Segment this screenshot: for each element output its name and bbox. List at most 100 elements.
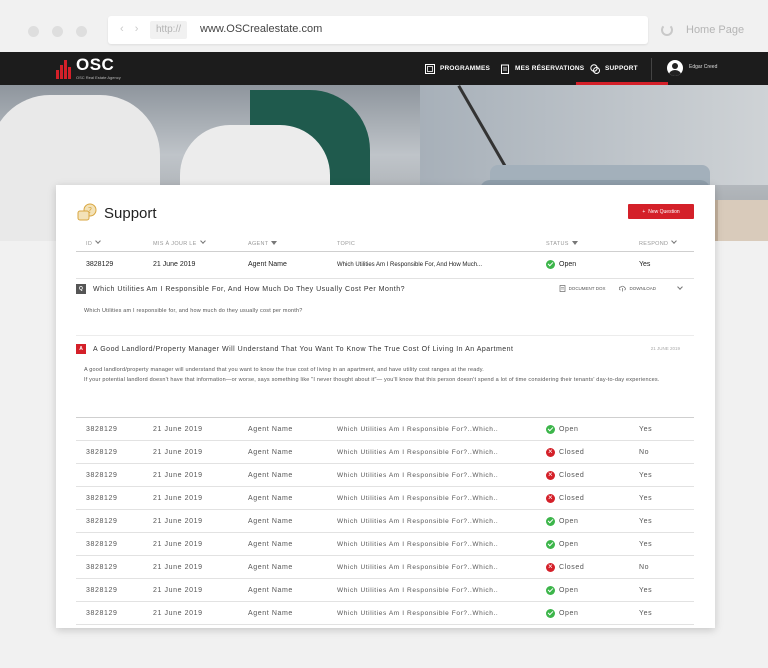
cell-respond: Yes bbox=[639, 463, 694, 487]
cell-respond: Yes bbox=[639, 601, 694, 625]
cloud-download-icon bbox=[619, 285, 627, 292]
x-icon bbox=[546, 562, 555, 572]
nav-support-label: SUPPORT bbox=[605, 65, 638, 72]
check-icon bbox=[546, 608, 555, 618]
new-question-label: New Question bbox=[648, 208, 680, 215]
nav-support[interactable]: SUPPORT bbox=[576, 52, 668, 85]
col-updated[interactable]: MIS À JOUR LE bbox=[153, 238, 248, 252]
browser-chrome: ‹ › http:// www.OSCrealestate.com Home P… bbox=[0, 0, 768, 52]
nav-programmes[interactable]: PROGRAMMES bbox=[425, 52, 490, 85]
cell-date: 21 June 2019 bbox=[153, 532, 248, 556]
cell-agent: Agent Name bbox=[248, 463, 337, 487]
home-page-link[interactable]: Home Page bbox=[686, 24, 744, 36]
tickets-table: 3828129 21 June 2019 Agent Name Which Utili… bbox=[76, 417, 694, 625]
logo-subtitle: OSC Real Estate Agency bbox=[76, 75, 121, 80]
cell-agent: Agent Name bbox=[248, 509, 337, 533]
document-icon bbox=[559, 285, 565, 292]
table-row[interactable]: 3828129 21 June 2019 Agent Name Which Utili… bbox=[76, 440, 694, 464]
user-name[interactable]: Edgar Creed bbox=[689, 64, 717, 70]
cell-status: Open bbox=[546, 251, 639, 279]
cell-respond: Yes bbox=[639, 486, 694, 510]
close-dot[interactable] bbox=[28, 26, 39, 37]
table-row[interactable]: 3828129 21 June 2019 Agent Name Which Utili… bbox=[76, 486, 694, 510]
col-id[interactable]: ID bbox=[76, 238, 153, 252]
cell-date: 21 June 2019 bbox=[153, 251, 248, 279]
collapse-chevron-icon[interactable] bbox=[677, 283, 683, 290]
back-forward-icon[interactable]: ‹ › bbox=[120, 23, 142, 35]
nav-reservations[interactable]: MES RÉSERVATIONS bbox=[500, 52, 584, 85]
chevron-down-icon bbox=[95, 238, 101, 245]
avatar[interactable] bbox=[667, 60, 683, 76]
logo-bars-icon bbox=[56, 60, 73, 79]
table-row-expanded[interactable]: 3828129 21 June 2019 Agent Name Which Ut… bbox=[76, 251, 694, 279]
cell-agent: Agent Name bbox=[248, 555, 337, 579]
cell-topic: Which Utilities Am I Responsible For?..W… bbox=[337, 601, 546, 625]
col-status[interactable]: STATUS bbox=[546, 238, 639, 252]
grid-icon bbox=[425, 63, 435, 74]
cell-agent: Agent Name bbox=[248, 251, 337, 279]
cell-agent: Agent Name bbox=[248, 601, 337, 625]
tickets-table-head: ID MIS À JOUR LE AGENT TOPIC STATUS RESP… bbox=[76, 238, 694, 279]
cell-id: 3828129 bbox=[76, 509, 153, 533]
url-text[interactable]: www.OSCrealestate.com bbox=[200, 23, 322, 35]
cell-topic: Which Utilities Am I Responsible For?..W… bbox=[337, 578, 546, 602]
table-row[interactable]: 3828129 21 June 2019 Agent Name Which Utili… bbox=[76, 578, 694, 602]
document-button[interactable]: DOCUMENT DOX bbox=[559, 285, 605, 292]
col-topic[interactable]: TOPIC bbox=[337, 238, 546, 252]
cell-id: 3828129 bbox=[76, 555, 153, 579]
divider bbox=[76, 335, 694, 336]
cell-agent: Agent Name bbox=[248, 440, 337, 464]
question-badge: Q bbox=[76, 284, 86, 294]
reload-icon[interactable] bbox=[661, 24, 673, 36]
table-row[interactable]: 3828129 21 June 2019 Agent Name Which Utili… bbox=[76, 509, 694, 533]
answer-row: A A Good Landlord/Property Manager Will … bbox=[76, 341, 694, 357]
col-agent[interactable]: AGENT bbox=[248, 238, 337, 252]
maximize-dot[interactable] bbox=[76, 26, 87, 37]
cell-status: Open bbox=[546, 417, 639, 441]
cell-respond: No bbox=[639, 555, 694, 579]
cell-date: 21 June 2019 bbox=[153, 555, 248, 579]
table-row[interactable]: 3828129 21 June 2019 Agent Name Which Utili… bbox=[76, 417, 694, 441]
table-row[interactable]: 3828129 21 June 2019 Agent Name Which Utili… bbox=[76, 601, 694, 625]
page-header: ? Support bbox=[76, 202, 157, 224]
status-badge: Closed bbox=[546, 493, 639, 503]
cell-date: 21 June 2019 bbox=[153, 486, 248, 510]
minimize-dot[interactable] bbox=[52, 26, 63, 37]
cell-topic: Which Utilities Am I Responsible For?..W… bbox=[337, 509, 546, 533]
page-title: Support bbox=[104, 204, 157, 222]
status-badge: Closed bbox=[546, 447, 639, 457]
logo-text: OSC bbox=[76, 55, 115, 74]
check-icon bbox=[546, 585, 555, 595]
support-chat-icon: ? bbox=[77, 203, 97, 221]
table-row[interactable]: 3828129 21 June 2019 Agent Name Which Utili… bbox=[76, 555, 694, 579]
logo[interactable]: OSC OSC Real Estate Agency bbox=[56, 55, 121, 81]
answer-text: A good landlord/property manager will un… bbox=[84, 367, 660, 383]
status-badge: Closed bbox=[546, 470, 639, 480]
table-row[interactable]: 3828129 21 June 2019 Agent Name Which Utili… bbox=[76, 532, 694, 556]
table-row[interactable]: 3828129 21 June 2019 Agent Name Which Utili… bbox=[76, 463, 694, 487]
cell-topic: Which Utilities Am I Responsible For?..W… bbox=[337, 486, 546, 510]
cell-topic: Which Utilities Am I Responsible For, An… bbox=[337, 251, 546, 279]
plus-icon: + bbox=[642, 208, 646, 215]
cell-status: Open bbox=[546, 532, 639, 556]
cell-respond: Yes bbox=[639, 532, 694, 556]
chevron-down-icon bbox=[671, 238, 678, 245]
chevron-down-icon bbox=[199, 238, 206, 245]
question-title: Which Utilities Am I Responsible For, An… bbox=[93, 285, 406, 293]
new-question-button[interactable]: + New Question bbox=[628, 204, 694, 219]
table-header-row: ID MIS À JOUR LE AGENT TOPIC STATUS RESP… bbox=[76, 238, 694, 252]
cell-status: Closed bbox=[546, 463, 639, 487]
cell-id: 3828129 bbox=[76, 463, 153, 487]
cell-id: 3828129 bbox=[76, 486, 153, 510]
app-navbar: OSC OSC Real Estate Agency PROGRAMMES ME… bbox=[0, 52, 768, 85]
filter-icon bbox=[271, 241, 278, 246]
download-button[interactable]: DOWNLOAD bbox=[619, 285, 656, 292]
cell-respond: No bbox=[639, 440, 694, 464]
cell-date: 21 June 2019 bbox=[153, 440, 248, 464]
question-text: Which Utilities am I responsible for, an… bbox=[84, 308, 303, 314]
status-badge: Open bbox=[546, 539, 639, 549]
cell-id: 3828129 bbox=[76, 417, 153, 441]
status-badge: Open bbox=[546, 260, 639, 269]
address-bar[interactable]: ‹ › http:// www.OSCrealestate.com bbox=[108, 16, 648, 44]
col-respond[interactable]: RESPOND bbox=[639, 238, 694, 252]
